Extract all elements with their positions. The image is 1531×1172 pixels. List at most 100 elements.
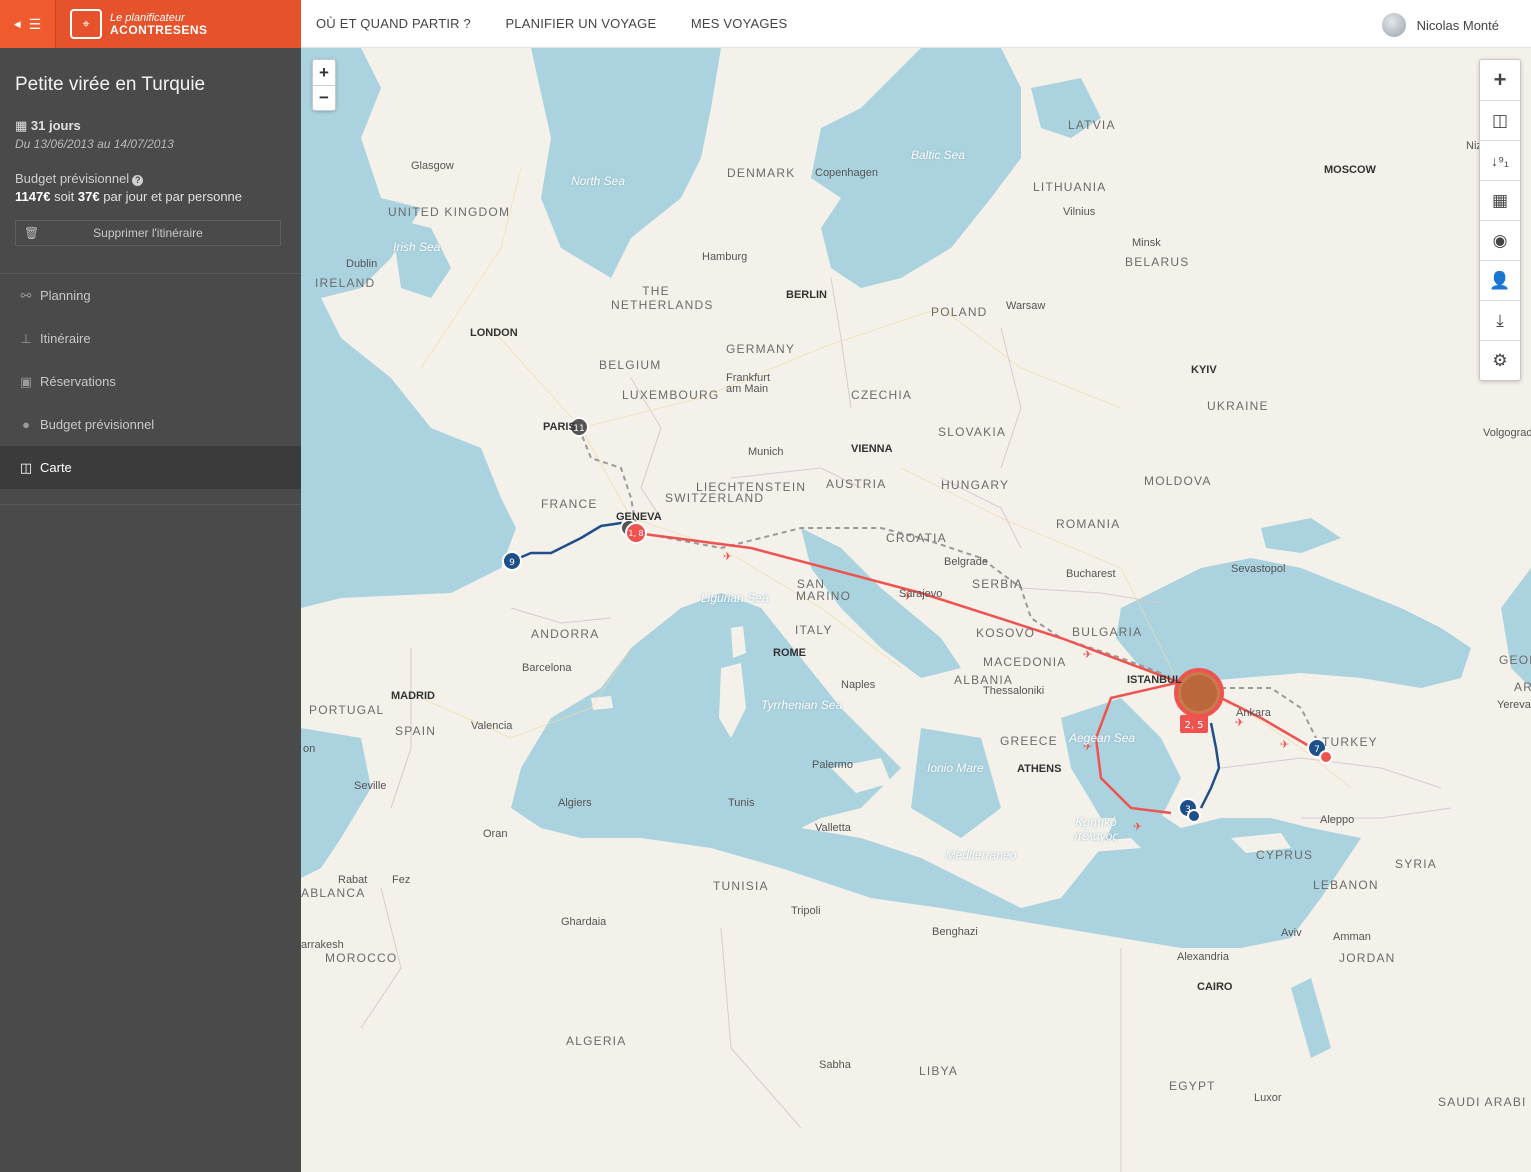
map-label: arrakesh [301,939,344,951]
map-canvas[interactable]: ✈ ✈ ✈ ✈ ✈ ✈ ✈ 11 1, 8 9 2, 5 3 7 LATVIA … [301,48,1531,1172]
map-label: SYRIA [1395,857,1438,871]
map-label: Tyrrhenian Sea [761,698,843,712]
main-menu: OÙ ET QUAND PARTIR ? PLANIFIER UN VOYAGE… [301,15,802,33]
map-label: Aleppo [1320,814,1355,826]
sidebar-item-itineraire[interactable]: ⊥ Itinéraire [0,317,301,360]
budget-daily: 37€ [77,189,100,204]
brand-logo-link[interactable]: ⌖ Le planificateur ACONTRESENS [56,9,208,39]
map-label: Sarajevo [899,588,943,600]
map-label: Κρητικό πέλαγος [1073,815,1119,843]
user-name: Nicolas Monté [1416,17,1499,33]
map-label: POLAND [931,305,988,319]
map-label: Alexandria [1177,951,1229,963]
marker-bordeaux-label: 9 [509,558,515,568]
map-label: EGYPT [1169,1079,1216,1093]
user-menu[interactable]: Nicolas Monté [1381,13,1499,37]
hamburger-icon: ☰ [28,15,42,32]
map-layer-button[interactable]: ◫ [1480,100,1520,140]
map-label: Oran [483,828,508,840]
map-label: Hamburg [702,251,748,263]
nav-planifier[interactable]: PLANIFIER UN VOYAGE [505,16,656,31]
map-label: JORDAN [1339,951,1396,965]
gear-icon: ⚙ [1492,350,1508,370]
sidebar-item-planning[interactable]: ⚯ Planning [0,274,301,317]
map-label: LATVIA [1068,118,1116,132]
route-istanbul-bodrum [1199,722,1221,809]
map-label: MOROCCO [325,951,398,965]
map-label: Ghardaia [561,916,607,928]
budget-suffix: par jour et par personne [103,189,243,204]
map-label: LIBYA [919,1064,959,1078]
calendar-button[interactable]: ▦ [1480,180,1520,220]
map-label: KYIV [1191,364,1217,376]
brand-name: Le planificateur ACONTRESENS [110,12,208,36]
map-label: BERLIN [786,289,827,301]
plus-icon: + [1493,67,1507,92]
map-label: GERMANY [726,342,796,356]
map-label: SAN MARINO [796,577,852,603]
map-label: on [303,743,316,755]
download-icon: ⤓ [1496,310,1504,330]
map-label: Volgograd [1483,427,1531,439]
sort-button[interactable]: ↓⁹₁ [1480,140,1520,180]
visibility-button[interactable]: ◉ [1480,220,1520,260]
map-label: Valencia [471,720,513,732]
map-label: LITHUANIA [1033,180,1107,194]
sidebar-item-label: Carte [40,460,72,475]
calendar-icon: ▦ [1491,190,1509,210]
marker-istanbul-photo-inner [1181,675,1217,711]
sidebar-item-reservations[interactable]: ▣ Réservations [0,360,301,403]
nav-ou-et-quand[interactable]: OÙ ET QUAND PARTIR ? [316,16,471,31]
border-dz-ly [720,927,802,1129]
map-label: PORTUGAL [309,703,385,717]
map-label: ALGERIA [566,1034,627,1048]
budget-label: Budget prévisionnel? [15,171,286,186]
download-button[interactable]: ⤓ [1480,300,1520,340]
delete-itinerary-button[interactable]: 🗑 Supprimer l'itinéraire [15,220,281,246]
trip-title: Petite virée en Turquie [15,74,206,95]
trash-icon: 🗑 [24,226,40,240]
sidebar-item-carte[interactable]: ◫ Carte [0,446,301,489]
map-label: VIENNA [851,443,893,455]
question-circle-icon[interactable]: ? [132,175,144,186]
irish-sea [391,218,451,298]
border-tr [1220,757,1442,789]
sidebar-item-budget[interactable]: ● Budget prévisionnel [0,403,301,446]
border-pl-ua [1000,327,1022,469]
borders-layer [360,277,1452,1172]
map-label: TUNISIA [713,879,769,893]
map-pin-logo-icon: ⌖ [70,9,102,39]
map-icon: ◫ [19,459,33,475]
budget-total: 1147€ [15,189,51,204]
route-bordeaux-lyon [511,521,632,563]
zoom-out-button[interactable]: − [313,85,335,110]
map-label: ATHENS [1017,763,1062,775]
map-label: BELGIUM [599,358,662,372]
map-label: Sabha [819,1059,851,1071]
map-label: Algiers [558,797,592,809]
budget-mid: soit [54,189,75,204]
sea-of-azov [1261,518,1341,553]
map-label: Vilnius [1063,206,1096,218]
map-label: Minsk [1132,237,1161,249]
add-traveler-button[interactable]: 👤 [1480,260,1520,300]
menu-toggle-button[interactable]: ◀ ☰ [0,0,56,48]
map-label: Munich [748,446,784,458]
add-step-button[interactable]: + [1480,60,1520,100]
eye-icon: ◉ [1492,230,1508,250]
trip-dates: Du 13/06/2013 au 14/07/2013 [15,137,174,151]
map-label: Irish Sea [393,240,441,254]
map-label: Dublin [346,258,378,270]
map-label: Ionio Mare [927,761,984,775]
zoom-in-button[interactable]: + [313,60,335,85]
plane-icon: ✈ [1133,820,1142,833]
map-label: Sevastopol [1231,563,1286,575]
map-label: Mediterraneo [945,848,1017,862]
map-label: HUNGARY [941,478,1010,492]
map-label: Valletta [815,822,851,834]
settings-button[interactable]: ⚙ [1480,340,1520,380]
nav-mes-voyages[interactable]: MES VOYAGES [691,16,788,31]
map-label: MACEDONIA [983,655,1067,669]
map-label: Bucharest [1066,568,1116,580]
sidebar-nav: ⚯ Planning ⊥ Itinéraire ▣ Réservations ● Bud… [0,274,301,489]
